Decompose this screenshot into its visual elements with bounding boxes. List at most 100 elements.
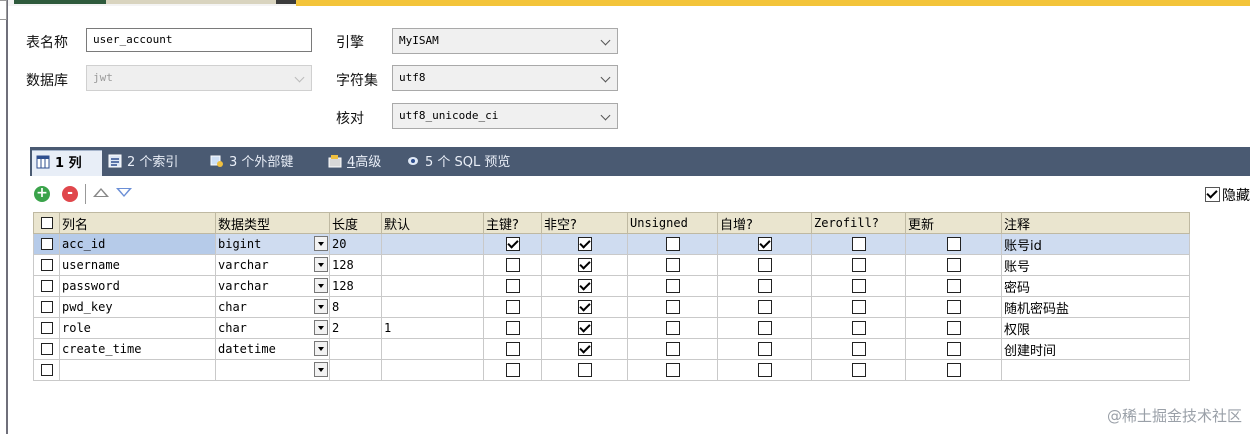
row-select-cell[interactable] <box>33 317 60 339</box>
not-null-cell[interactable] <box>541 317 628 339</box>
auto-increment-cell[interactable] <box>717 254 812 276</box>
data-type-cell[interactable]: varchar <box>215 254 330 276</box>
header-length[interactable]: 长度 <box>329 212 382 234</box>
column-name-cell[interactable] <box>59 359 216 381</box>
table-name-input[interactable]: user_account <box>86 28 312 52</box>
unsigned-cell[interactable] <box>627 275 718 297</box>
unsigned-checkbox[interactable] <box>665 279 680 293</box>
not-null-checkbox[interactable] <box>577 363 592 377</box>
update-cell[interactable] <box>905 359 1002 381</box>
tab-indexes[interactable]: 2 个索引 <box>104 150 204 176</box>
default-cell[interactable]: 1 <box>381 317 484 339</box>
update-cell[interactable] <box>905 296 1002 318</box>
row-select-checkbox[interactable] <box>40 301 53 313</box>
table-row[interactable]: role char 2 1 权限 <box>33 317 1190 339</box>
update-cell[interactable] <box>905 275 1002 297</box>
tab-foreign-keys[interactable]: 3 个外部键 <box>206 150 318 176</box>
comment-cell[interactable]: 创建时间 <box>1001 338 1190 360</box>
engine-select[interactable]: MyISAM <box>392 28 618 54</box>
zerofill-cell[interactable] <box>811 275 906 297</box>
primary-key-checkbox[interactable] <box>505 237 520 251</box>
not-null-cell[interactable] <box>541 233 628 255</box>
auto-increment-checkbox[interactable] <box>757 279 772 293</box>
table-row[interactable]: username varchar 128 账号 <box>33 254 1190 276</box>
zerofill-cell[interactable] <box>811 317 906 339</box>
auto-increment-cell[interactable] <box>717 275 812 297</box>
length-cell[interactable] <box>329 338 382 360</box>
row-select-cell[interactable] <box>33 275 60 297</box>
header-primary-key[interactable]: 主键? <box>483 212 542 234</box>
zerofill-checkbox[interactable] <box>851 363 866 377</box>
comment-cell[interactable]: 权限 <box>1001 317 1190 339</box>
header-default[interactable]: 默认 <box>381 212 484 234</box>
update-checkbox[interactable] <box>946 300 961 314</box>
not-null-cell[interactable] <box>541 359 628 381</box>
zerofill-cell[interactable] <box>811 254 906 276</box>
row-select-checkbox[interactable] <box>40 364 53 376</box>
primary-key-checkbox[interactable] <box>505 321 520 335</box>
table-row[interactable]: password varchar 128 密码 <box>33 275 1190 297</box>
length-cell[interactable]: 128 <box>329 275 382 297</box>
primary-key-cell[interactable] <box>483 275 542 297</box>
zerofill-cell[interactable] <box>811 233 906 255</box>
add-column-icon[interactable]: + <box>34 186 50 202</box>
header-column-name[interactable]: 列名 <box>59 212 216 234</box>
zerofill-checkbox[interactable] <box>851 279 866 293</box>
unsigned-checkbox[interactable] <box>665 321 680 335</box>
unsigned-checkbox[interactable] <box>665 237 680 251</box>
top-tab[interactable] <box>276 0 296 4</box>
unsigned-cell[interactable] <box>627 233 718 255</box>
zerofill-cell[interactable] <box>811 338 906 360</box>
data-type-cell[interactable]: varchar <box>215 275 330 297</box>
zerofill-checkbox[interactable] <box>851 237 866 251</box>
unsigned-cell[interactable] <box>627 338 718 360</box>
header-comment[interactable]: 注释 <box>1001 212 1190 234</box>
update-cell[interactable] <box>905 254 1002 276</box>
data-type-dropdown-button[interactable] <box>314 257 328 272</box>
select-all-checkbox[interactable] <box>40 217 53 229</box>
column-name-cell[interactable]: pwd_key <box>59 296 216 318</box>
data-type-dropdown-button[interactable] <box>314 320 328 335</box>
default-cell[interactable] <box>381 233 484 255</box>
primary-key-cell[interactable] <box>483 338 542 360</box>
update-checkbox[interactable] <box>946 321 961 335</box>
column-name-cell[interactable]: password <box>59 275 216 297</box>
primary-key-cell[interactable] <box>483 317 542 339</box>
table-row[interactable]: pwd_key char 8 随机密码盐 <box>33 296 1190 318</box>
hide-checkbox-box[interactable] <box>1205 187 1220 202</box>
default-cell[interactable] <box>381 338 484 360</box>
header-unsigned[interactable]: Unsigned <box>627 212 718 234</box>
auto-increment-cell[interactable] <box>717 317 812 339</box>
column-name-cell[interactable]: username <box>59 254 216 276</box>
hide-checkbox[interactable]: 隐藏 <box>1205 185 1250 205</box>
not-null-cell[interactable] <box>541 275 628 297</box>
top-tab-active[interactable] <box>14 0 106 4</box>
update-cell[interactable] <box>905 338 1002 360</box>
default-cell[interactable] <box>381 254 484 276</box>
not-null-checkbox[interactable] <box>577 300 592 314</box>
row-select-cell[interactable] <box>33 359 60 381</box>
auto-increment-cell[interactable] <box>717 296 812 318</box>
unsigned-cell[interactable] <box>627 254 718 276</box>
row-select-checkbox[interactable] <box>40 259 53 271</box>
zerofill-cell[interactable] <box>811 296 906 318</box>
collation-select[interactable]: utf8_unicode_ci <box>392 103 618 129</box>
comment-cell[interactable] <box>1001 359 1190 381</box>
not-null-cell[interactable] <box>541 254 628 276</box>
header-not-null[interactable]: 非空? <box>541 212 628 234</box>
data-type-cell[interactable]: datetime <box>215 338 330 360</box>
unsigned-checkbox[interactable] <box>665 363 680 377</box>
data-type-dropdown-button[interactable] <box>314 236 328 251</box>
row-select-checkbox[interactable] <box>40 280 53 292</box>
auto-increment-cell[interactable] <box>717 338 812 360</box>
primary-key-checkbox[interactable] <box>505 300 520 314</box>
not-null-checkbox[interactable] <box>577 342 592 356</box>
length-cell[interactable]: 8 <box>329 296 382 318</box>
update-checkbox[interactable] <box>946 237 961 251</box>
column-name-cell[interactable]: role <box>59 317 216 339</box>
default-cell[interactable] <box>381 359 484 381</box>
length-cell[interactable]: 2 <box>329 317 382 339</box>
comment-cell[interactable]: 随机密码盐 <box>1001 296 1190 318</box>
table-row[interactable] <box>33 359 1190 381</box>
row-select-cell[interactable] <box>33 254 60 276</box>
